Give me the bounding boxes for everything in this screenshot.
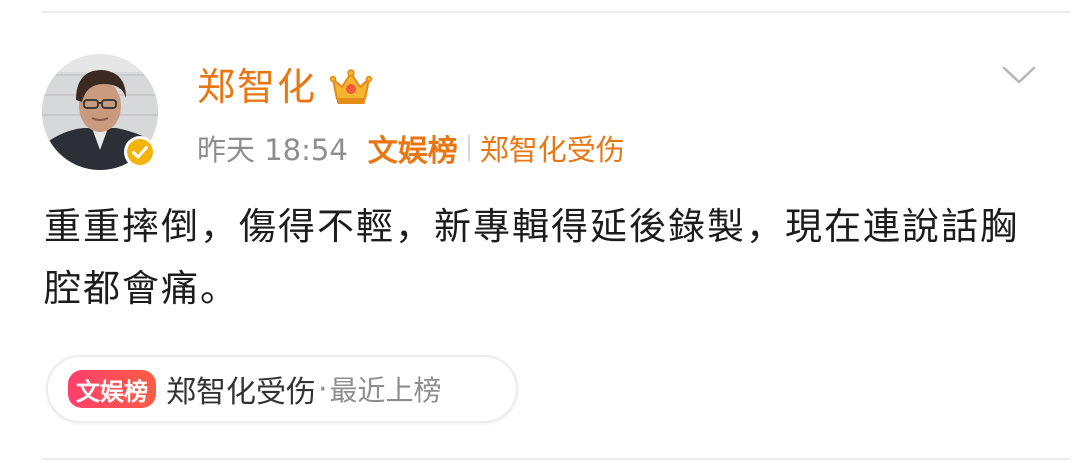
- post-source-link[interactable]: 文娱榜: [368, 126, 458, 170]
- topic-card-separator: ·: [318, 371, 328, 407]
- ranking-badge: 文娱榜: [68, 370, 156, 408]
- post-time: 昨天 18:54: [197, 133, 348, 167]
- author-name[interactable]: 郑智化: [197, 62, 317, 112]
- post-topic-link[interactable]: 郑智化受伤: [480, 127, 625, 169]
- bottom-divider: [42, 458, 1070, 460]
- post-meta: 昨天 18:54 文娱榜 郑智化受伤: [197, 126, 625, 170]
- topic-card-title: 郑智化受伤: [166, 375, 316, 410]
- crown-icon[interactable]: [329, 67, 373, 107]
- top-divider: [42, 11, 1070, 13]
- topic-card-status: 最近上榜: [329, 374, 442, 407]
- meta-separator: [467, 135, 470, 161]
- chevron-down-icon[interactable]: [1000, 62, 1038, 88]
- post-content: 重重摔倒，傷得不輕，新專輯得延後錄製，現在連說話胸腔都會痛。: [44, 205, 1019, 310]
- author-avatar-container[interactable]: [40, 52, 160, 172]
- topic-card[interactable]: 文娱榜 郑智化受伤 · 最近上榜: [46, 355, 518, 423]
- verified-badge-icon: [124, 136, 156, 168]
